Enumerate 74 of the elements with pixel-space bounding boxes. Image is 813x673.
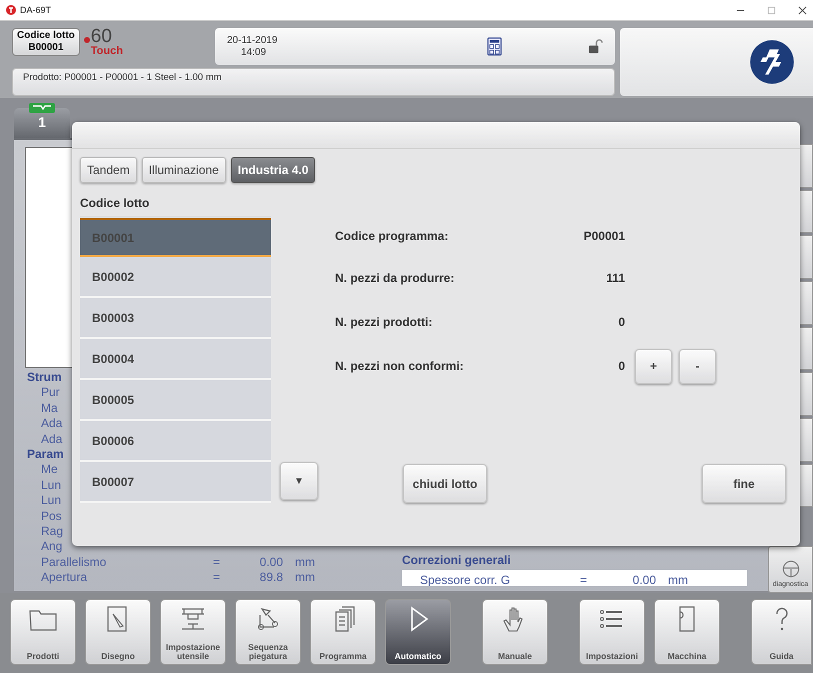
info-label: N. pezzi prodotti: bbox=[335, 315, 434, 329]
steering-wheel-icon bbox=[782, 560, 800, 578]
nav-button[interactable]: Guida bbox=[751, 599, 812, 665]
nav-button[interactable]: Disegno bbox=[85, 599, 151, 665]
lot-list-item[interactable]: B00002 bbox=[80, 257, 271, 298]
lot-badge-value: B00001 bbox=[28, 42, 64, 54]
nav-button[interactable]: Manuale bbox=[482, 599, 548, 665]
parameter-name: Me bbox=[41, 462, 58, 478]
calculator-icon[interactable] bbox=[487, 37, 502, 56]
parameter-name: Ada bbox=[41, 432, 62, 448]
parameter-name: Apertura bbox=[41, 570, 88, 586]
info-value: 111 bbox=[605, 271, 625, 285]
equals-sign: = bbox=[580, 574, 588, 586]
done-button[interactable]: fine bbox=[702, 464, 786, 503]
parameter-name: Parallelismo bbox=[41, 554, 108, 570]
info-label: Codice programma: bbox=[335, 229, 450, 243]
parameter-name: Lun bbox=[41, 478, 62, 494]
time-text: 14:09 bbox=[240, 46, 268, 58]
parameter-value: 0.00 bbox=[258, 554, 283, 570]
section-title: Correzioni generali bbox=[402, 552, 512, 568]
close-icon[interactable] bbox=[798, 6, 807, 14]
parameter-unit: mm bbox=[295, 554, 315, 570]
info-label: N. pezzi da produrre: bbox=[335, 271, 456, 285]
unlocked-padlock-icon[interactable] bbox=[588, 39, 603, 54]
lot-list-item[interactable]: B00003 bbox=[80, 298, 271, 339]
parameter-value: 89.8 bbox=[258, 570, 283, 586]
nav-button[interactable]: Impostazione utensile bbox=[160, 599, 226, 665]
lot-list-item[interactable]: B00004 bbox=[80, 339, 271, 380]
counter-button[interactable]: + bbox=[635, 348, 672, 384]
parameter-value: 0.00 bbox=[632, 574, 656, 586]
lot-list-item[interactable]: B00006 bbox=[80, 421, 271, 462]
lot-list-item[interactable]: B00005 bbox=[80, 380, 271, 421]
parameter-name: Ada bbox=[41, 416, 62, 432]
equals-sign: = bbox=[213, 570, 222, 586]
counter-button[interactable]: - bbox=[679, 348, 716, 384]
info-value: 0 bbox=[617, 359, 625, 373]
info-value: 0 bbox=[617, 315, 625, 329]
date-text: 20-11-2019 bbox=[227, 34, 278, 46]
window-title: DA-69T bbox=[20, 5, 52, 15]
dot-icon bbox=[84, 37, 90, 43]
parameter-unit: mm bbox=[668, 574, 688, 586]
nav-button[interactable]: Macchina bbox=[654, 599, 720, 665]
nav-button[interactable]: Sequenza piegatura bbox=[235, 599, 301, 665]
parameter-name: Strum bbox=[27, 370, 62, 386]
list-label: Codice lotto bbox=[80, 196, 150, 210]
info-value: P00001 bbox=[582, 229, 625, 243]
nav-button[interactable]: Automatico bbox=[385, 599, 451, 665]
program-tab[interactable]: 1 bbox=[14, 108, 70, 138]
nav-button[interactable]: Prodotti bbox=[10, 599, 76, 665]
dialog-tab[interactable]: Illuminazione bbox=[142, 157, 226, 183]
parameter-name: Rag bbox=[41, 524, 64, 540]
dialog-tab[interactable]: Tandem bbox=[80, 157, 137, 183]
chevron-badge-icon bbox=[29, 103, 55, 113]
info-label: N. pezzi non conformi: bbox=[335, 359, 465, 373]
parameter-name: Pur bbox=[41, 385, 60, 401]
parameter-name: Param bbox=[27, 447, 64, 462]
scroll-down-button[interactable]: ▼ bbox=[280, 462, 318, 500]
parameter-unit: mm bbox=[295, 570, 315, 586]
brand-number: 60 bbox=[90, 28, 112, 46]
equals-sign: = bbox=[213, 554, 222, 570]
parameter-name: Lun bbox=[41, 493, 62, 509]
logo-icon bbox=[749, 39, 795, 85]
close-lot-button[interactable]: chiudi lotto bbox=[403, 464, 487, 503]
brand-word: Touch bbox=[90, 46, 123, 57]
lot-badge-label: Codice lotto bbox=[17, 30, 75, 42]
lot-list-item[interactable]: B00007 bbox=[80, 462, 271, 503]
dialog-tab[interactable]: Industria 4.0 bbox=[230, 157, 316, 183]
nav-button[interactable]: Programma bbox=[310, 599, 376, 665]
parameter-name: Ang bbox=[41, 539, 62, 555]
parameter-name: Pos bbox=[41, 508, 62, 524]
app-icon bbox=[6, 5, 16, 15]
product-text: Prodotto: P00001 - P00001 - 1 Steel - 1.00 mm bbox=[23, 72, 222, 83]
parameter-name: Ma bbox=[41, 400, 58, 416]
nav-button[interactable]: Impostazioni bbox=[579, 599, 645, 665]
